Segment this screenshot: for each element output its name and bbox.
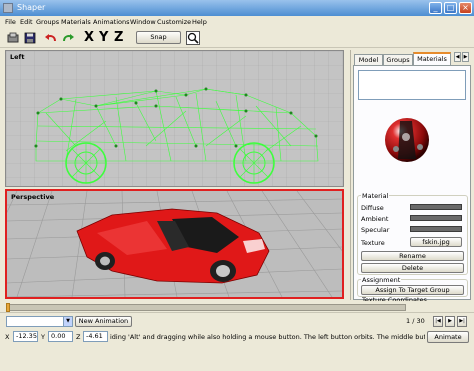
rewind-button[interactable]: |◀ [433,316,443,327]
zoom-icon[interactable] [186,31,200,45]
open-icon[interactable] [6,31,20,45]
menu-animations[interactable]: Animations [93,18,130,26]
y-coord-field[interactable]: 0.00 [48,331,73,342]
app-icon [3,3,13,13]
snap-button[interactable]: Snap [136,31,181,44]
tab-groups[interactable]: Groups [383,54,413,65]
animation-select[interactable]: ▼ [6,316,73,327]
material-group: Material Diffuse Ambient Specular Textur… [357,192,468,275]
z-coord-label: Z [76,333,81,341]
assignment-group: Assignment Assign To Target Group [357,276,468,297]
viewport-perspective[interactable]: Perspective [5,189,344,299]
texture-file-button[interactable]: fskin.jpg [410,237,462,247]
material-preview-sphere [385,118,429,162]
material-list[interactable] [358,70,466,100]
maximize-button[interactable]: □ [444,2,457,14]
tab-scroll-left[interactable]: ◀ [454,52,461,62]
minimize-button[interactable]: _ [429,2,442,14]
menu-bar: File Edit Groups Materials Animations Wi… [0,16,474,28]
x-coord-label: X [5,333,10,341]
rename-button[interactable]: Rename [361,251,464,261]
menu-help[interactable]: Help [192,18,207,26]
menu-groups[interactable]: Groups [36,18,59,26]
menu-materials[interactable]: Materials [61,18,91,26]
tab-materials[interactable]: Materials [413,52,451,65]
x-coord-field[interactable]: -12.35 [13,331,38,342]
ambient-label: Ambient [361,215,389,223]
wireframe-car-model [6,51,343,186]
timeline [0,301,474,312]
toolbar: X Y Z Snap [0,28,474,48]
title-bar: Shaper _ □ × [0,0,474,16]
axis-x-toggle[interactable]: X [84,30,94,45]
window-title: Shaper [17,3,46,12]
tab-scroll-right[interactable]: ▶ [462,52,469,62]
assignment-group-title: Assignment [361,276,402,284]
timeline-thumb[interactable] [6,303,10,312]
material-group-title: Material [361,192,390,200]
help-text: iding 'Alt' and dragging while also hold… [110,333,425,341]
axis-y-toggle[interactable]: Y [99,30,108,45]
delete-button[interactable]: Delete [361,263,464,273]
viewport-perspective-label: Perspective [11,193,55,201]
animation-bar: ▼ New Animation ... 1 / 30 |◀ ▶ ▶| [0,312,474,334]
menu-window[interactable]: Window [130,18,156,26]
ambient-swatch[interactable] [410,215,462,221]
close-button[interactable]: × [459,2,472,14]
undo-icon[interactable] [44,31,58,45]
redo-icon[interactable] [61,31,75,45]
diffuse-swatch[interactable] [410,204,462,210]
specular-swatch[interactable] [410,226,462,232]
animate-button[interactable]: Animate [427,331,469,343]
y-coord-label: Y [41,333,45,341]
assign-to-target-group-button[interactable]: Assign To Target Group [361,285,464,295]
menu-edit[interactable]: Edit [20,18,33,26]
car-render [7,191,342,297]
timeline-track[interactable] [6,304,406,311]
materials-tab-content: Material Diffuse Ambient Specular Textur… [353,65,471,304]
tab-model[interactable]: Model [354,54,383,65]
status-bar: X -12.35 Y 0.00 Z -4.61 iding 'Alt' and … [0,329,474,371]
viewport-left-label: Left [10,53,25,61]
dropdown-arrow-icon[interactable]: ▼ [63,317,72,326]
viewport-left[interactable]: Left [5,50,344,187]
axis-z-toggle[interactable]: Z [114,30,123,45]
z-coord-field[interactable]: -4.61 [83,331,108,342]
specular-label: Specular [361,226,390,234]
texture-label: Texture [361,239,385,247]
menu-customize[interactable]: Customize [157,18,191,26]
properties-panel: Model Groups Materials ◀ ▶ Material Diff… [350,50,474,304]
play-button[interactable]: ▶ [445,316,455,327]
frame-counter: 1 / 30 [406,317,425,325]
menu-file[interactable]: File [5,18,16,26]
forward-button[interactable]: ▶| [457,316,467,327]
new-animation-button[interactable]: New Animation ... [75,316,132,334]
diffuse-label: Diffuse [361,204,384,212]
save-icon[interactable] [23,31,37,45]
